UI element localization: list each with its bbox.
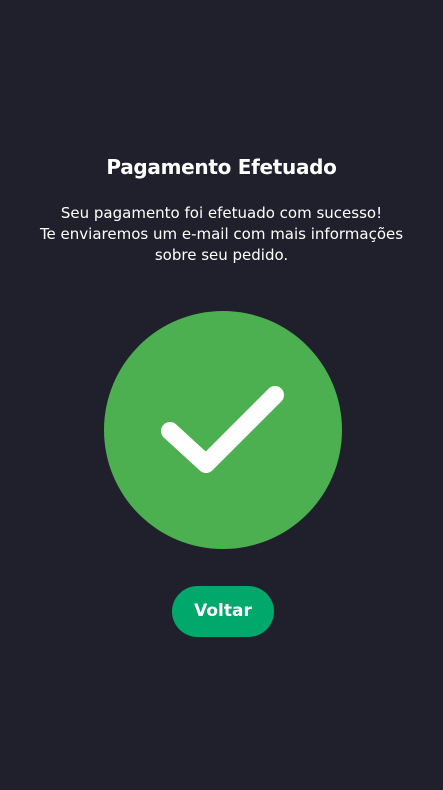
message-line: Te enviaremos um e-mail com mais informa… — [39, 225, 404, 243]
message-line: Seu pagamento foi efetuado com sucesso! — [60, 204, 383, 222]
success-message: Seu pagamento foi efetuado com sucesso! … — [20, 203, 423, 266]
page-title: Pagamento Efetuado — [106, 155, 337, 179]
success-check-icon — [104, 311, 342, 549]
back-button[interactable]: Voltar — [172, 586, 274, 637]
message-line: sobre seu pedido. — [154, 246, 289, 264]
checkmark-icon — [161, 386, 284, 473]
